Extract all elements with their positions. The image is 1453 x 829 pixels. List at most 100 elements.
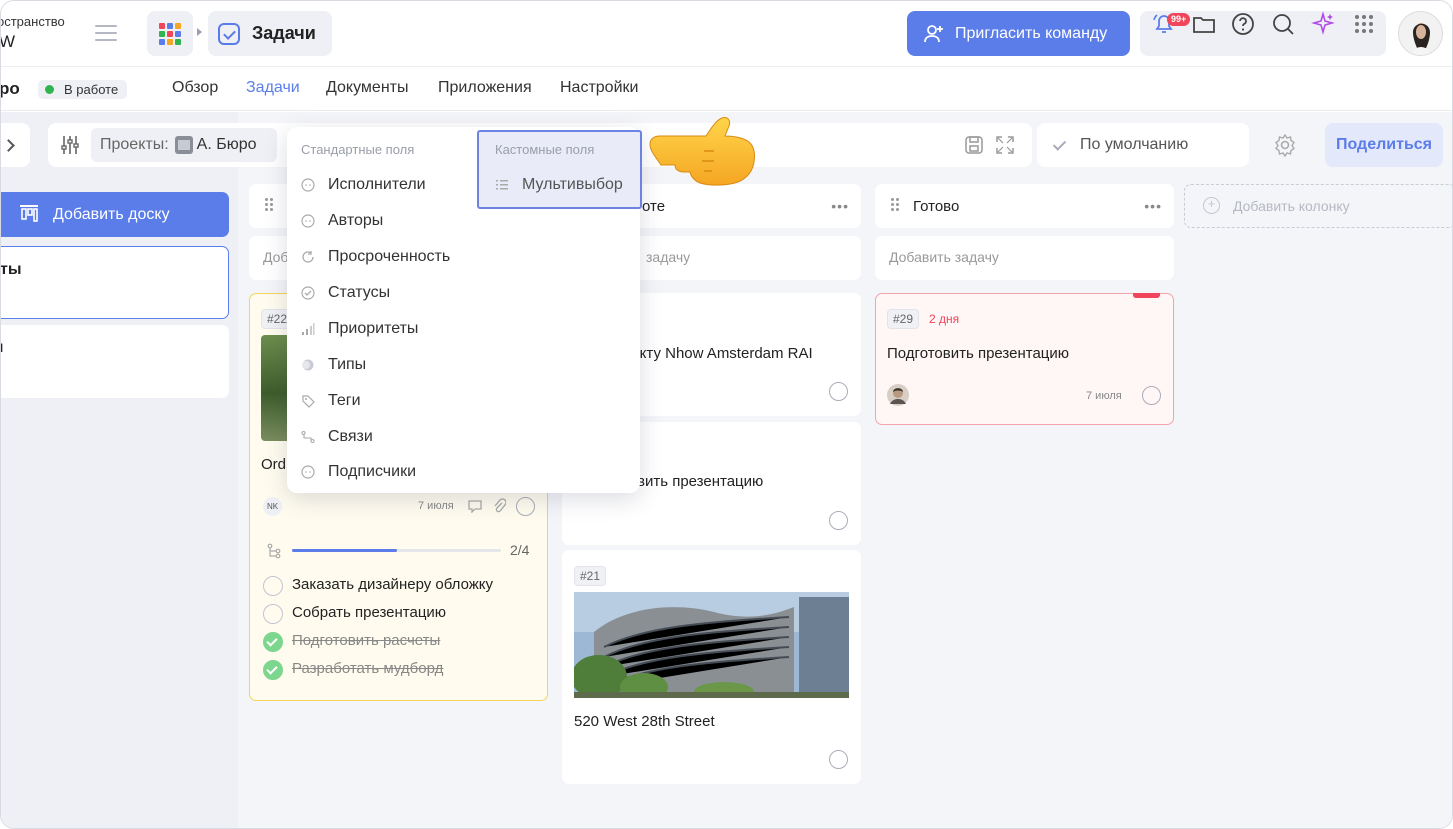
field-option-label: Приоритеты — [328, 320, 419, 337]
field-option-label: Теги — [328, 392, 361, 409]
board-title: ты — [0, 261, 22, 278]
field-option-types[interactable]: Типы — [301, 355, 366, 375]
project-name[interactable]: ро — [1, 79, 20, 99]
field-option-tags[interactable]: Теги — [301, 391, 361, 411]
checklist-item[interactable]: Заказать дизайнеру обложку — [263, 575, 493, 596]
field-option-label: Мультивыбор — [522, 176, 623, 193]
add-board-button[interactable]: Добавить доску — [1, 192, 229, 237]
attachment-icon[interactable] — [492, 498, 506, 514]
add-user-icon — [924, 25, 943, 43]
filter-settings-icon[interactable] — [59, 134, 81, 156]
board-item[interactable]: ты — [0, 246, 229, 319]
tab-tasks[interactable]: Задачи — [246, 79, 300, 97]
custom-fields-header: Кастомные поля — [495, 142, 595, 157]
task-number: #29 — [887, 309, 920, 329]
board-item[interactable]: ı — [1, 325, 229, 398]
types-icon — [302, 359, 314, 371]
notification-badge: 99+ — [1167, 13, 1191, 26]
menu-icon[interactable] — [95, 25, 117, 41]
expand-icon[interactable] — [995, 135, 1015, 155]
comments-icon[interactable] — [467, 499, 483, 513]
add-task-button[interactable]: Добавить задачу — [875, 236, 1174, 280]
task-date: 7 июля — [1086, 390, 1122, 402]
apps-grid-tile — [167, 30, 173, 37]
help-icon[interactable] — [1230, 11, 1256, 37]
task-complete-toggle[interactable] — [1142, 386, 1161, 405]
add-board-label: Добавить доску — [53, 205, 170, 223]
folder-icon[interactable] — [1191, 11, 1217, 37]
board-title: ı — [1, 339, 3, 357]
tab-overview[interactable]: Обзор — [172, 79, 218, 97]
task-complete-toggle[interactable] — [829, 511, 848, 530]
gear-icon[interactable] — [1273, 133, 1297, 157]
drag-handle-icon[interactable] — [891, 198, 899, 212]
subtask-progress-bar — [292, 549, 501, 552]
more-icon[interactable]: ••• — [831, 198, 849, 214]
tab-documents[interactable]: Документы — [326, 79, 408, 97]
breadcrumb[interactable]: Задачи — [208, 11, 332, 56]
apps-grid-tile — [175, 30, 181, 37]
share-button[interactable]: Поделиться — [1325, 123, 1443, 167]
task-complete-toggle[interactable] — [829, 750, 848, 769]
user-avatar-image — [1411, 23, 1431, 55]
more-icon[interactable]: ••• — [1144, 198, 1162, 214]
apps-grid-tile — [175, 22, 181, 29]
task-complete-toggle[interactable] — [516, 497, 535, 516]
apps-grid-icon — [159, 22, 181, 45]
workspace-sub[interactable]: W — [1, 32, 15, 52]
field-option-assignees[interactable]: Исполнители — [301, 175, 426, 195]
checklist-item[interactable]: Разработать мудборд — [263, 659, 443, 680]
add-column-button[interactable]: Добавить колонку — [1184, 184, 1452, 228]
assignee-avatar[interactable] — [887, 384, 909, 406]
priority-marker — [1133, 293, 1160, 298]
field-option-label: Исполнители — [328, 176, 426, 193]
workspace-name[interactable]: остранство — [1, 14, 65, 30]
task-number: #21 — [574, 566, 607, 586]
field-option-overdue[interactable]: Просроченность — [301, 247, 450, 267]
drag-handle-icon[interactable] — [265, 198, 273, 212]
checklist-item[interactable]: Подготовить расчеты — [263, 631, 440, 652]
project-thumbnail — [174, 136, 193, 154]
subtasks-icon — [267, 543, 281, 559]
field-option-links[interactable]: Связи — [301, 427, 373, 447]
user-avatar[interactable] — [1398, 11, 1443, 56]
field-option-statuses[interactable]: Статусы — [301, 283, 390, 303]
tasks-icon — [218, 22, 240, 45]
apps-menu-icon[interactable] — [1351, 11, 1377, 37]
tab-settings[interactable]: Настройки — [560, 79, 638, 97]
subtask-progress-fill — [292, 549, 397, 552]
field-option-label: Типы — [328, 356, 367, 373]
assignee-avatar[interactable]: NK — [263, 497, 282, 516]
ai-sparkle-icon[interactable] — [1310, 11, 1336, 37]
standard-fields-header: Стандартные поля — [301, 142, 415, 157]
save-view-icon[interactable] — [964, 135, 984, 155]
projects-filter[interactable]: Проекты: А. Бюро — [91, 128, 277, 162]
invite-team-label: Пригласить команду — [955, 24, 1108, 42]
task-complete-toggle[interactable] — [829, 382, 848, 401]
overdue-label: 2 дня — [929, 312, 960, 326]
view-selector[interactable]: По умолчанию — [1037, 123, 1249, 167]
links-icon — [301, 430, 315, 444]
list-icon — [496, 180, 508, 190]
invite-team-button[interactable]: Пригласить команду — [907, 11, 1130, 56]
tab-apps[interactable]: Приложения — [438, 79, 532, 97]
field-option-priorities[interactable]: Приоритеты — [301, 319, 418, 339]
checklist-item[interactable]: Собрать презентацию — [263, 603, 446, 624]
apps-button[interactable] — [147, 11, 193, 56]
assignees-icon — [301, 178, 315, 192]
collapse-sidebar-button[interactable] — [1, 123, 30, 167]
field-option-subscribers[interactable]: Подписчики — [301, 462, 416, 482]
project-status-badge[interactable]: В работе — [38, 80, 128, 99]
search-icon[interactable] — [1270, 11, 1296, 37]
board-icon — [20, 205, 38, 222]
field-option-authors[interactable]: Авторы — [301, 211, 383, 231]
task-title: вить презентацию — [637, 473, 764, 490]
apps-grid-tile — [167, 22, 173, 29]
column-title: оте — [642, 198, 666, 215]
priority-icon — [302, 323, 315, 335]
column-header[interactable]: Готово ••• — [875, 184, 1174, 228]
column-title: Готово — [913, 198, 960, 215]
field-option-multiselect[interactable]: Мультивыбор — [495, 175, 623, 195]
pointing-hand-icon — [649, 117, 755, 186]
status-icon — [301, 286, 315, 300]
